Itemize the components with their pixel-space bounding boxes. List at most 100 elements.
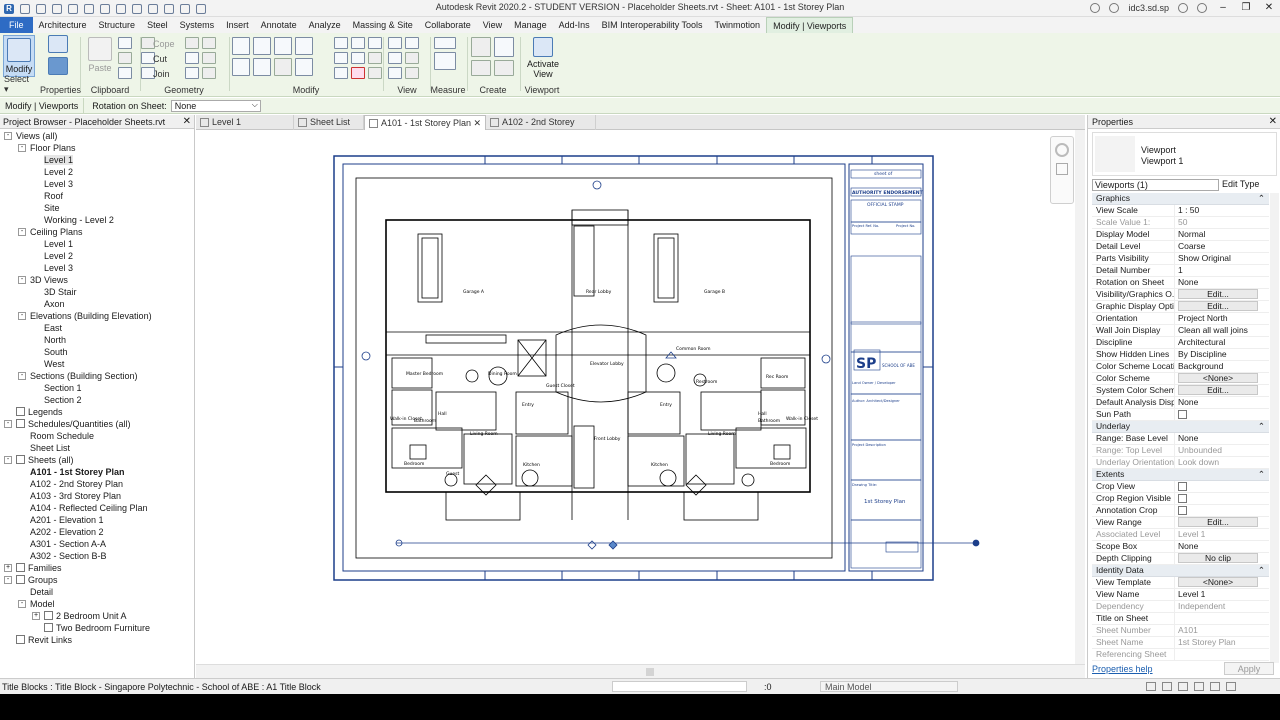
move-icon[interactable]	[232, 58, 250, 76]
create-assembly-icon[interactable]	[471, 37, 491, 57]
menu-tab-twinmotion[interactable]: Twinmotion	[709, 17, 767, 33]
mirror-draw-icon[interactable]	[295, 37, 313, 55]
align-icon[interactable]	[232, 37, 250, 55]
properties-scrollbar[interactable]	[1270, 193, 1279, 663]
scroll-thumb[interactable]	[646, 668, 654, 676]
modify-button[interactable]: Modify	[3, 35, 35, 77]
browser-item[interactable]: Level 1	[0, 154, 194, 166]
menu-tab-view[interactable]: View	[477, 17, 508, 33]
browser-item[interactable]: - Elevations (Building Elevation)	[0, 310, 194, 322]
geometry-tool-6-icon[interactable]	[202, 67, 216, 79]
join-button[interactable]: Join	[153, 69, 170, 79]
browser-item[interactable]: Revit Links	[0, 634, 194, 646]
menu-tab-modify-viewports[interactable]: Modify | Viewports	[766, 17, 854, 33]
activate-view-button[interactable]: Activate View	[525, 35, 561, 81]
browser-item[interactable]: Section 2	[0, 394, 194, 406]
property-value[interactable]: By Discipline	[1174, 349, 1269, 360]
type-selector[interactable]: Viewport Viewport 1	[1092, 132, 1277, 176]
browser-item[interactable]: Level 3	[0, 262, 194, 274]
browser-item[interactable]: A302 - Section B-B	[0, 550, 194, 562]
menu-tab-steel[interactable]: Steel	[141, 17, 174, 33]
collapse-icon[interactable]: -	[18, 372, 26, 380]
browser-item[interactable]: A201 - Elevation 1	[0, 514, 194, 526]
instance-selector[interactable]: Viewports (1)	[1092, 179, 1219, 191]
menu-tab-manage[interactable]: Manage	[508, 17, 553, 33]
property-value[interactable]	[1174, 613, 1269, 624]
geometry-tool-1-icon[interactable]	[185, 37, 199, 49]
property-value[interactable]	[1174, 409, 1269, 420]
browser-item[interactable]: A103 - 3rd Storey Plan	[0, 490, 194, 502]
browser-item[interactable]: Sheet List	[0, 442, 194, 454]
drawing-canvas[interactable]: Garage A Garage B Rear Lobby Elevator Lo…	[196, 130, 1085, 664]
edit-type-button[interactable]: Edit Type	[1222, 179, 1259, 189]
vertical-scrollbar[interactable]	[1075, 130, 1085, 664]
browser-item[interactable]: A102 - 2nd Storey Plan	[0, 478, 194, 490]
browser-item[interactable]: +2 Bedroom Unit A	[0, 610, 194, 622]
browser-item[interactable]: Working - Level 2	[0, 214, 194, 226]
browser-item[interactable]: A101 - 1st Storey Plan	[0, 466, 194, 478]
measure-icon[interactable]	[434, 37, 456, 49]
property-value[interactable]	[1174, 481, 1269, 492]
property-value[interactable]: Show Original	[1174, 253, 1269, 264]
browser-item[interactable]: Roof	[0, 190, 194, 202]
property-value[interactable]: Edit...	[1174, 289, 1269, 300]
properties-button[interactable]	[42, 35, 74, 55]
property-value[interactable]: No clip	[1174, 553, 1269, 564]
property-value[interactable]: Edit...	[1174, 385, 1269, 396]
browser-item[interactable]: A202 - Elevation 2	[0, 526, 194, 538]
collapse-icon[interactable]: -	[18, 276, 26, 284]
copy-icon[interactable]	[118, 52, 132, 64]
geometry-tool-3-icon[interactable]	[185, 52, 199, 64]
steering-wheel-icon[interactable]	[1055, 143, 1069, 157]
collapse-icon[interactable]: ⌃	[1258, 565, 1269, 576]
maximize-icon[interactable]: ❐	[1239, 2, 1253, 13]
property-edit-button[interactable]: Edit...	[1178, 385, 1258, 395]
cope-button[interactable]: Cope	[153, 39, 175, 49]
property-group[interactable]: Graphics ⌃	[1092, 193, 1269, 205]
expand-icon[interactable]: +	[4, 564, 12, 572]
cut-button[interactable]: Cut	[153, 54, 167, 64]
geometry-tool-2-icon[interactable]	[202, 37, 216, 49]
property-value[interactable]: Edit...	[1174, 517, 1269, 528]
collapse-icon[interactable]: -	[18, 228, 26, 236]
create-similar-icon[interactable]	[494, 60, 514, 76]
rotate-icon[interactable]	[274, 58, 292, 76]
browser-item[interactable]: Section 1	[0, 382, 194, 394]
array-icon[interactable]	[351, 37, 365, 49]
properties-help-link[interactable]: Properties help	[1092, 664, 1153, 674]
property-edit-button[interactable]: No clip	[1178, 553, 1258, 563]
view-tool-icon[interactable]	[405, 52, 419, 64]
property-value[interactable]: Level 1	[1174, 589, 1269, 600]
filter-view-icon[interactable]	[388, 67, 402, 79]
menu-tab-architecture[interactable]: Architecture	[33, 17, 93, 33]
collapse-icon[interactable]: -	[4, 420, 12, 428]
property-edit-button[interactable]: Edit...	[1178, 301, 1258, 311]
copy-element-icon[interactable]	[253, 58, 271, 76]
geometry-tool-5-icon[interactable]	[185, 67, 199, 79]
browser-item[interactable]: Level 1	[0, 238, 194, 250]
browser-item[interactable]: Detail	[0, 586, 194, 598]
create-parts-icon[interactable]	[494, 37, 514, 57]
paste-button[interactable]: Paste	[86, 35, 114, 77]
offset-icon[interactable]	[253, 37, 271, 55]
drag-elements-icon[interactable]	[1210, 682, 1220, 691]
property-value[interactable]: Clean all wall joins	[1174, 325, 1269, 336]
browser-item[interactable]: - Views (all)	[0, 130, 194, 142]
geometry-tool-4-icon[interactable]	[202, 52, 216, 64]
horizontal-scrollbar[interactable]	[196, 664, 1085, 678]
property-value[interactable]	[1174, 493, 1269, 504]
cart-icon[interactable]	[1178, 2, 1188, 13]
collapse-icon[interactable]: -	[4, 456, 12, 464]
browser-item[interactable]: -3D Views	[0, 274, 194, 286]
property-value[interactable]: Edit...	[1174, 301, 1269, 312]
user-name[interactable]: idc3.sd.sp	[1128, 3, 1169, 13]
expand-icon[interactable]: +	[32, 612, 40, 620]
property-value[interactable]: Project North	[1174, 313, 1269, 324]
select-links-icon[interactable]	[1146, 682, 1156, 691]
browser-item[interactable]: Site	[0, 202, 194, 214]
browser-item[interactable]: + Families	[0, 562, 194, 574]
property-group[interactable]: Underlay ⌃	[1092, 421, 1269, 433]
browser-item[interactable]: A301 - Section A-A	[0, 538, 194, 550]
menu-tab-bim-interoperability-tools[interactable]: BIM Interoperability Tools	[596, 17, 709, 33]
pin-icon[interactable]	[368, 37, 382, 49]
